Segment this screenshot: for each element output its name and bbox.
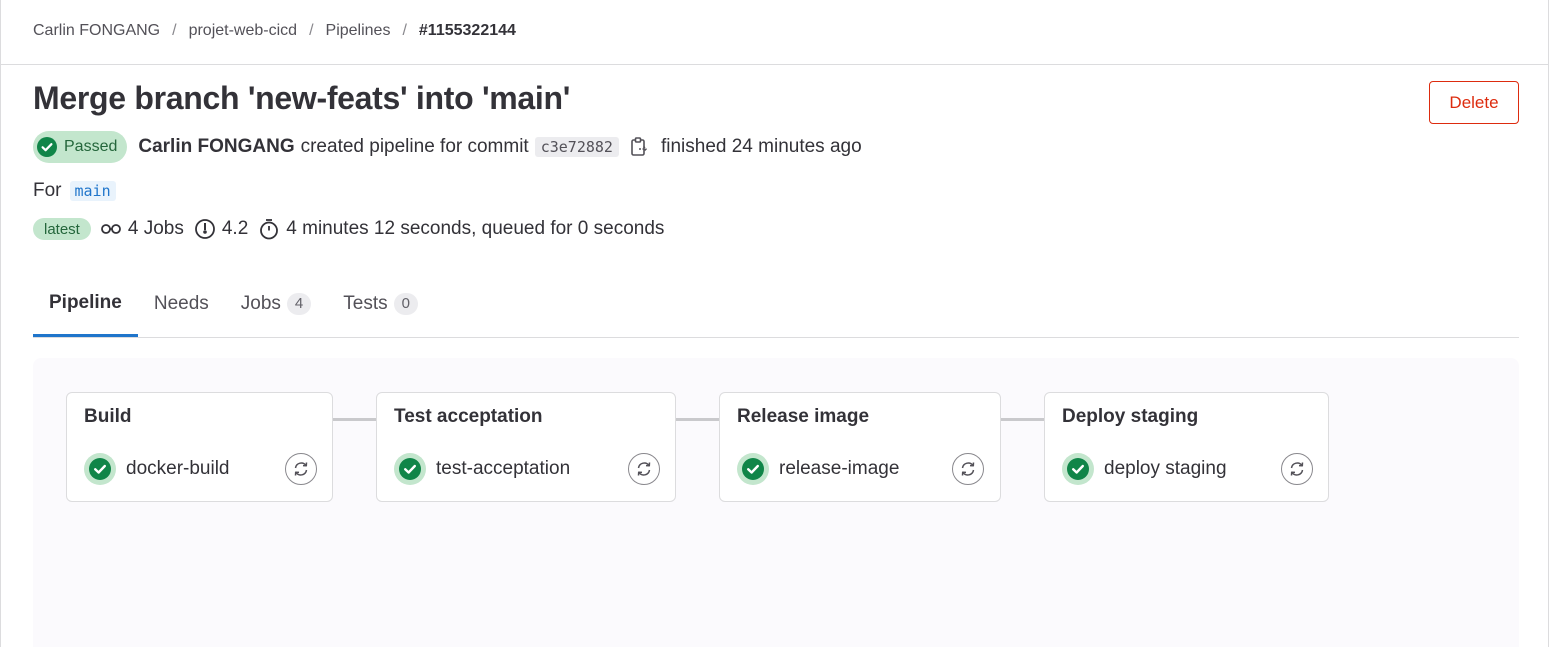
timer-icon [260,219,279,240]
stage-test-acceptation: Test acceptation test-acceptation [376,392,676,502]
compute-usage: 4.2 [194,218,248,240]
retry-icon [637,462,651,476]
compute-usage-text: 4.2 [221,218,249,239]
stage-connector [676,418,719,421]
job-name: deploy staging [1104,458,1227,479]
tab-count-badge: 0 [393,293,418,315]
copy-icon[interactable] [629,136,649,158]
retry-job-button[interactable] [1281,453,1313,485]
job-test-acceptation[interactable]: test-acceptation [394,453,570,485]
tab-label: Needs [153,293,209,314]
latest-badge: latest [33,218,91,240]
delete-button[interactable]: Delete [1429,81,1519,124]
tab-jobs[interactable]: Jobs 4 [225,272,327,336]
header-divider [1,64,1549,65]
commit-sha-link[interactable]: c3e72882 [534,137,619,157]
stage-title: Build [84,406,132,427]
tab-pipeline[interactable]: Pipeline [33,272,138,337]
stage-build: Build docker-build [66,392,333,502]
stage-title: Test acceptation [394,406,543,427]
breadcrumb-pipelines[interactable]: Pipelines [326,22,391,40]
tab-label: Tests [343,293,388,314]
breadcrumb-separator: / [402,22,407,39]
check-circle-icon [37,137,57,157]
breadcrumb-project[interactable]: projet-web-cicd [189,22,297,40]
pipeline-duration: 4 minutes 12 seconds, queued for 0 secon… [258,218,664,240]
branch-link[interactable]: main [69,181,116,201]
job-release-image[interactable]: release-image [737,453,899,485]
ref-prefix: For [33,180,62,201]
stage-connector [1001,418,1044,421]
breadcrumb-pipeline-id[interactable]: #1155322144 [419,22,516,40]
jobs-count-text: 4 Jobs [127,218,184,239]
breadcrumb-separator: / [172,22,177,39]
retry-icon [294,462,308,476]
job-docker-build[interactable]: docker-build [84,453,230,485]
tab-label: Pipeline [49,292,122,313]
check-circle-icon [737,453,769,485]
status-action-text: created pipeline for commit [300,136,529,157]
pipeline-page: Carlin FONGANG / projet-web-cicd / Pipel… [0,0,1549,647]
pipeline-jobs-icon [100,224,121,234]
finished-time: finished 24 minutes ago [660,136,862,157]
check-circle-icon [1062,453,1094,485]
status-badge-label: Passed [64,138,118,155]
tab-label: Jobs [240,293,281,314]
retry-job-button[interactable] [952,453,984,485]
check-circle-icon [84,453,116,485]
status-badge[interactable]: Passed [33,131,128,163]
pipeline-graph: Build docker-build Test acceptation test… [33,358,1519,647]
retry-job-button[interactable] [285,453,317,485]
job-name: docker-build [126,458,230,479]
stage-title: Deploy staging [1062,406,1199,427]
retry-icon [1290,462,1304,476]
tab-tests[interactable]: Tests 0 [327,272,434,336]
ref-line: For main [33,180,116,202]
job-deploy-staging[interactable]: deploy staging [1062,453,1227,485]
retry-job-button[interactable] [628,453,660,485]
author-link[interactable]: Carlin FONGANG [138,136,294,158]
stage-release-image: Release image release-image [719,392,1001,502]
jobs-count: 4 Jobs [100,218,184,240]
job-name: test-acceptation [436,458,571,479]
job-name: release-image [779,458,900,479]
pipeline-tabs: Pipeline Needs Jobs 4 Tests 0 [33,272,1519,338]
check-circle-icon [394,453,426,485]
breadcrumb: Carlin FONGANG / projet-web-cicd / Pipel… [33,22,516,40]
stage-deploy-staging: Deploy staging deploy staging [1044,392,1329,502]
pipeline-status-line: Passed Carlin FONGANG created pipeline f… [33,131,862,163]
gauge-icon [194,219,215,239]
breadcrumb-separator: / [309,22,314,39]
page-title: Merge branch 'new-feats' into 'main' [33,80,571,116]
duration-text: 4 minutes 12 seconds, queued for 0 secon… [286,218,665,239]
tab-count-badge: 4 [286,293,312,315]
tab-needs[interactable]: Needs [138,272,225,336]
breadcrumb-user[interactable]: Carlin FONGANG [33,22,160,40]
stage-title: Release image [737,406,870,427]
retry-icon [961,462,975,476]
pipeline-meta-line: latest 4 Jobs 4.2 4 minutes 12 seconds, … [33,218,674,240]
stage-connector [333,418,376,421]
